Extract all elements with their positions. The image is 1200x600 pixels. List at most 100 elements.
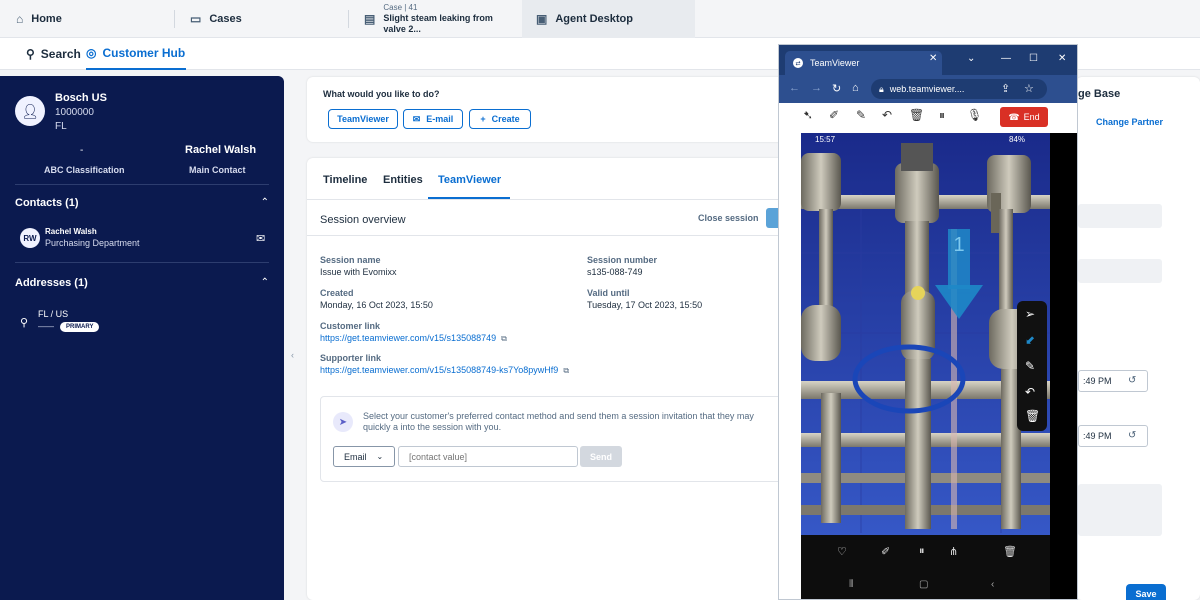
pause-icon[interactable]: ⏸︎ [919, 545, 925, 558]
laser-pointer-icon[interactable]: ➷ [803, 108, 813, 122]
mail-icon[interactable]: ✉ [256, 232, 265, 245]
maximize-icon[interactable]: ☐ [1029, 53, 1038, 64]
tab-list-chevron-icon[interactable]: ⌄ [967, 53, 975, 64]
pen-icon[interactable]: ✎ [1025, 359, 1035, 373]
valid-until-label: Valid until [587, 288, 630, 298]
divider [15, 262, 269, 263]
browser-tab[interactable]: ⇄ TeamViewer [785, 51, 942, 75]
session-number-label: Session number [587, 255, 658, 265]
trash-icon[interactable]: 🗑︎ [909, 108, 924, 122]
tab-home[interactable]: ⌂ Home [2, 0, 172, 38]
pointer-arrow-icon[interactable]: ➢ [1025, 307, 1035, 321]
customer-link[interactable]: https://get.teamviewer.com/v15/s13508874… [320, 333, 496, 343]
subtab-search[interactable]: ⚲ Search [26, 38, 81, 70]
share-icon[interactable]: ⋔ [949, 545, 958, 558]
form-field[interactable] [1078, 204, 1162, 228]
tab-cases-label: Cases [209, 13, 242, 25]
url-field[interactable]: 🔒︎ web.teamviewer.... [871, 79, 1047, 99]
tab-timeline[interactable]: Timeline [323, 174, 367, 186]
tab-teamviewer[interactable]: TeamViewer [438, 174, 501, 186]
customer-link-label: Customer link [320, 321, 381, 331]
url-text: web.teamviewer.... [889, 84, 965, 94]
subtab-customer-hub[interactable]: ◎ Customer Hub [86, 38, 186, 70]
close-window-icon[interactable]: ✕ [1058, 53, 1066, 64]
supporter-link[interactable]: https://get.teamviewer.com/v15/s13508874… [320, 365, 558, 375]
undo-icon[interactable]: ↶ [1025, 385, 1035, 399]
history-icon[interactable]: ↺ [1128, 430, 1136, 441]
agent-desktop-icon: ▣ [536, 12, 548, 26]
copy-icon[interactable]: ⧉ [501, 334, 507, 343]
chevron-up-icon[interactable]: ⌃ [261, 277, 269, 288]
reload-icon[interactable]: ↻ [832, 82, 841, 95]
copy-icon[interactable]: ⧉ [563, 366, 569, 375]
phone-home-icon[interactable]: ▢ [919, 579, 928, 590]
tab-entities[interactable]: Entities [383, 174, 423, 186]
address-secondary: —— [38, 322, 54, 331]
teamviewer-logo-icon: ⇄ [793, 58, 803, 68]
email-button[interactable]: ✉ E-mail [403, 109, 463, 129]
subtab-search-label: Search [40, 47, 81, 61]
create-button-label: Create [491, 114, 520, 124]
invitation-box: ➤ Select your customer's preferred conta… [320, 396, 790, 482]
marker-arrow-icon[interactable]: ⬋ [1025, 333, 1035, 347]
back-arrow-icon[interactable]: ← [789, 82, 800, 94]
close-session-button[interactable]: Close session [698, 213, 759, 223]
mute-annotation-icon[interactable]: ✐ [881, 545, 890, 558]
minimize-icon[interactable]: — [1001, 53, 1011, 64]
pen-icon[interactable]: ✎ [856, 108, 866, 122]
main-contact-name[interactable]: Rachel Walsh [185, 144, 256, 156]
create-button[interactable]: + Create [469, 109, 531, 129]
history-icon[interactable]: ↺ [1128, 375, 1136, 386]
tab-case-41[interactable]: ▤ Case | 41 Slight steam leaking from va… [350, 0, 520, 38]
created-value: Monday, 16 Oct 2023, 15:50 [320, 300, 433, 310]
contact-name[interactable]: Rachel Walsh [45, 227, 97, 236]
location-pin-icon: ⚲ [20, 317, 29, 329]
recent-apps-icon[interactable]: ⦀ [849, 579, 853, 590]
collapse-chevron-left-icon[interactable]: ‹ [291, 350, 294, 360]
heart-icon[interactable]: ♡ [837, 545, 847, 558]
phone-back-icon[interactable]: ‹ [991, 579, 994, 590]
pause-icon[interactable]: ⏸︎ [939, 108, 945, 123]
teamviewer-button-label: TeamViewer [337, 114, 389, 124]
share-icon[interactable]: ⇪ [1001, 82, 1010, 95]
time-field[interactable]: :49 PM [1078, 425, 1148, 447]
forward-arrow-icon[interactable]: → [811, 82, 822, 94]
text-area[interactable] [1078, 484, 1162, 536]
time-field[interactable]: :49 PM [1078, 370, 1148, 392]
end-session-button[interactable]: ☎ End [1000, 107, 1048, 127]
change-partner-link[interactable]: Change Partner [1096, 117, 1163, 127]
session-card: Timeline Entities TeamViewer Session ove… [307, 158, 807, 600]
account-id: 1000000 [55, 107, 94, 118]
chevron-up-icon[interactable]: ⌃ [261, 197, 269, 208]
time-value: :49 PM [1083, 431, 1112, 441]
contact-method-select[interactable]: Email ⌄ [333, 446, 395, 467]
home-icon[interactable]: ⌂ [852, 82, 859, 94]
bookmark-star-icon[interactable]: ☆ [1024, 82, 1034, 95]
close-tab-icon[interactable]: ✕ [929, 53, 937, 64]
microphone-icon[interactable]: 🎙︎ [967, 108, 982, 122]
save-button[interactable]: Save [1126, 584, 1166, 600]
teamviewer-button[interactable]: TeamViewer [328, 109, 398, 129]
mail-icon: ✉ [412, 113, 421, 124]
supporter-link-label: Supporter link [320, 353, 382, 363]
contact-initials-avatar: RW [20, 228, 40, 248]
tab-cases[interactable]: ▭ Cases [176, 0, 346, 38]
ar-marker-icon[interactable]: ✐ [829, 108, 839, 122]
send-button[interactable]: Send [580, 446, 622, 467]
session-name-value: Issue with Evomixx [320, 267, 397, 277]
tab-agent-desktop[interactable]: ▣ Agent Desktop [522, 0, 695, 38]
trash-icon[interactable]: 🗑︎ [1003, 545, 1017, 558]
browser-titlebar: ⇄ TeamViewer ✕ ⌄ — ☐ ✕ [779, 45, 1077, 75]
account-avatar-icon: 👤︎ [15, 96, 45, 126]
classification-label: ABC Classification [44, 165, 125, 175]
chevron-down-icon: ⌄ [376, 452, 384, 461]
trash-icon[interactable]: 🗑︎ [1025, 409, 1040, 423]
account-region: FL [55, 121, 67, 132]
form-field[interactable] [1078, 259, 1162, 283]
contact-value-input[interactable] [398, 446, 578, 467]
addresses-header[interactable]: Addresses (1) [15, 277, 88, 289]
remote-camera-feed[interactable]: 1 15:57 84% ➢ ⬋ ✎ ↶ 🗑︎ ♡ ✐ ⏸︎ ⋔ 🗑︎ ⦀ ▢ ‹ [801, 133, 1077, 599]
contacts-header[interactable]: Contacts (1) [15, 197, 79, 209]
undo-icon[interactable]: ↶ [882, 108, 892, 122]
tab-agent-desktop-label: Agent Desktop [555, 13, 633, 25]
